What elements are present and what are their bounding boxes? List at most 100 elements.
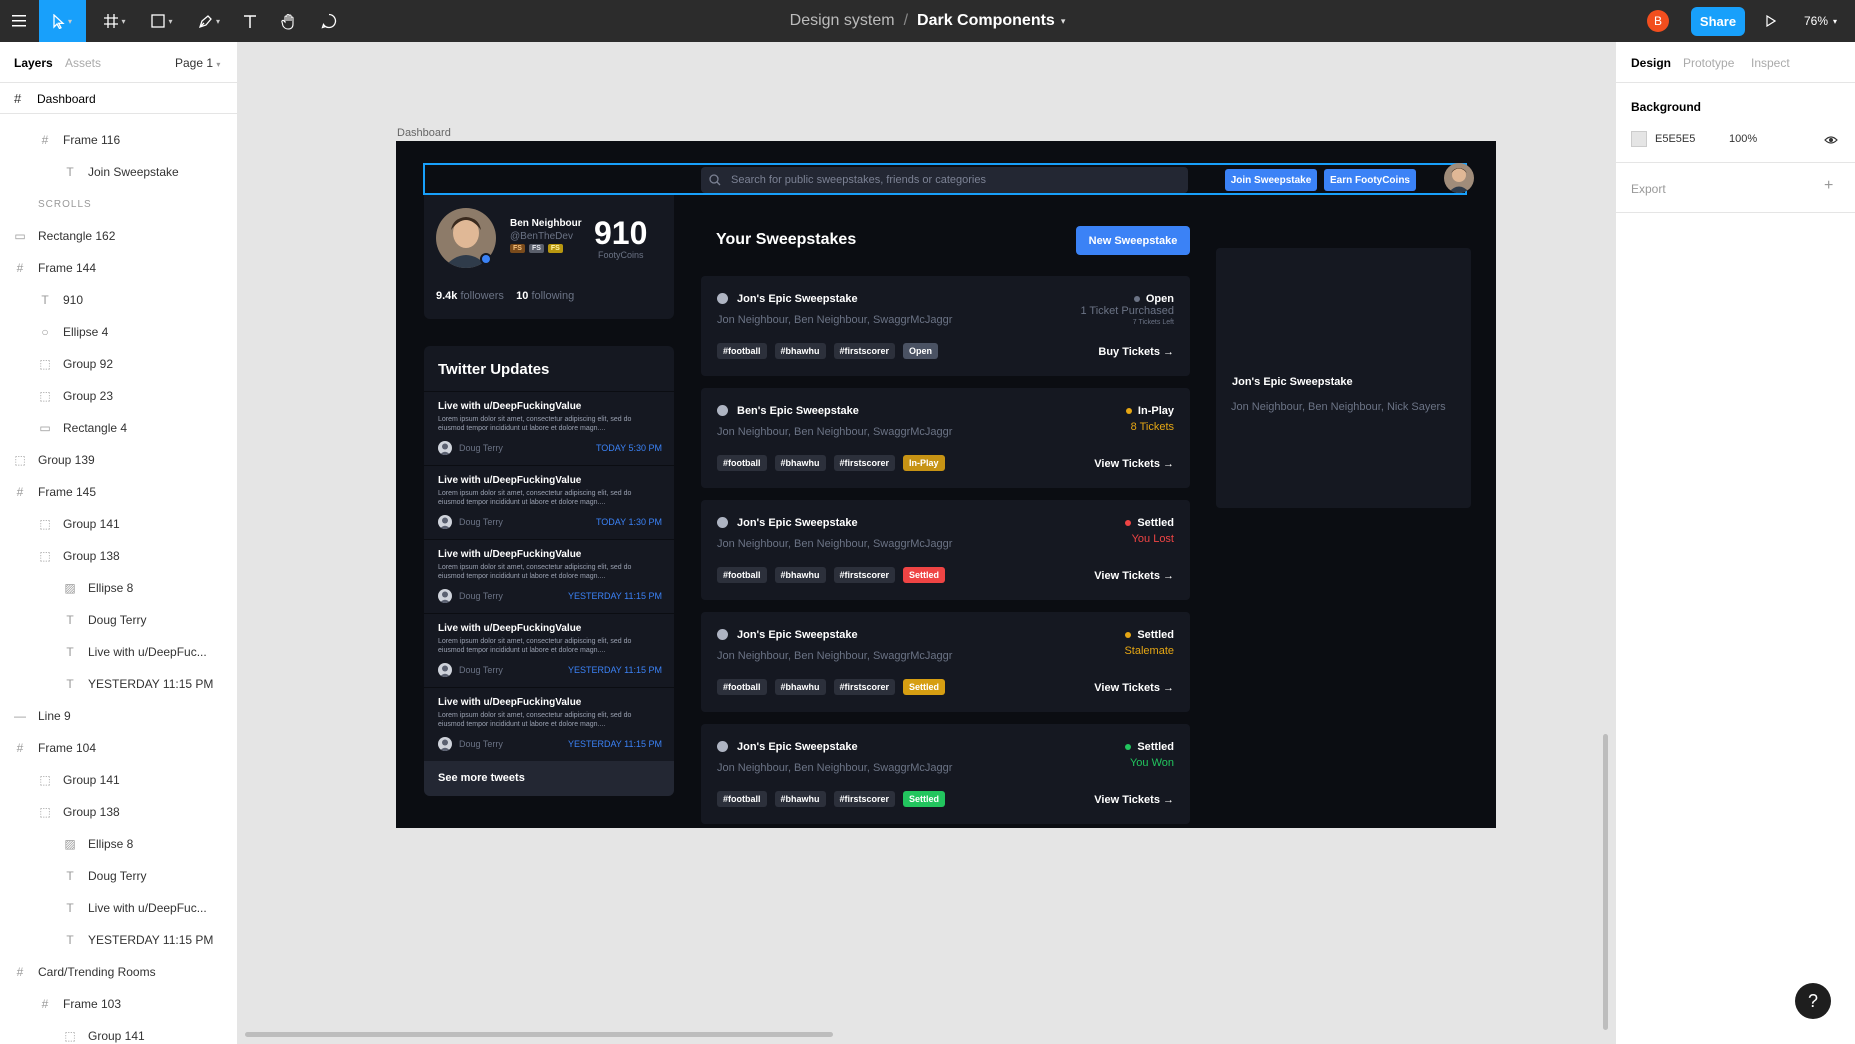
search-input[interactable]: Search for public sweepstakes, friends o… — [701, 167, 1188, 193]
layer-item[interactable]: ▨ Ellipse 8 — [62, 828, 133, 860]
sweepstake-card[interactable]: Jon's Epic Sweepstake Jon Neighbour, Ben … — [701, 724, 1190, 824]
layer-item[interactable]: # Frame 144 — [12, 252, 96, 284]
hashtag[interactable]: #bhawhu — [774, 679, 826, 695]
ticket-action-link[interactable]: View Tickets → — [1094, 458, 1174, 470]
tweet-item[interactable]: Live with u/DeepFuckingValue Lorem ipsum … — [424, 613, 674, 686]
layer-item[interactable]: # Frame 145 — [12, 476, 96, 508]
layer-item[interactable]: T YESTERDAY 11:15 PM — [62, 924, 213, 956]
pen-tool-button[interactable]: ▾ — [191, 0, 227, 42]
ticket-action-link[interactable]: View Tickets → — [1094, 682, 1174, 694]
hashtag[interactable]: #football — [717, 679, 767, 695]
layer-item[interactable]: T Live with u/DeepFuc... — [62, 636, 206, 668]
layer-item[interactable]: ⬚ Group 92 — [37, 348, 113, 380]
tweet-item[interactable]: Live with u/DeepFuckingValue Lorem ipsum … — [424, 391, 674, 464]
avatar[interactable] — [1444, 163, 1474, 193]
followers-label[interactable]: followers — [460, 290, 503, 302]
eye-icon[interactable] — [1824, 132, 1838, 150]
tab-design[interactable]: Design — [1631, 56, 1671, 70]
new-sweepstake-button[interactable]: New Sweepstake — [1076, 226, 1190, 255]
chevron-down-icon[interactable]: ▾ — [1061, 16, 1066, 27]
background-opacity-input[interactable]: 100% — [1729, 133, 1757, 145]
sweepstake-card[interactable]: Jon's Epic Sweepstake Jon Neighbour, Ben … — [701, 276, 1190, 376]
sweepstake-detail-card[interactable]: Jon's Epic Sweepstake Jon Neighbour, Ben… — [1216, 248, 1471, 508]
layer-item[interactable]: ⬚ Group 138 — [37, 796, 119, 828]
hashtag[interactable]: #football — [717, 455, 767, 471]
main-menu-button[interactable] — [4, 0, 34, 42]
tab-layers[interactable]: Layers — [14, 56, 53, 70]
layer-item[interactable]: T 910 — [37, 284, 83, 316]
layer-item[interactable]: # Frame 116 — [37, 124, 120, 156]
layer-dashboard[interactable]: # Dashboard — [0, 82, 237, 114]
layer-item[interactable]: T Live with u/DeepFuc... — [62, 892, 206, 924]
file-name[interactable]: Dark Components — [917, 12, 1055, 30]
background-color-swatch[interactable] — [1631, 131, 1647, 147]
vertical-scrollbar[interactable] — [1603, 734, 1608, 1030]
background-hex-input[interactable]: E5E5E5 — [1655, 133, 1695, 145]
ticket-action-link[interactable]: View Tickets → — [1094, 794, 1174, 806]
zoom-dropdown[interactable]: 76% ▾ — [1804, 0, 1837, 42]
layer-item[interactable]: # Frame 103 — [37, 988, 121, 1020]
hashtag[interactable]: #bhawhu — [774, 343, 826, 359]
layer-item[interactable]: # Frame 104 — [12, 732, 96, 764]
hashtag[interactable]: #bhawhu — [774, 567, 826, 583]
hashtag[interactable]: #football — [717, 791, 767, 807]
hashtag[interactable]: #football — [717, 343, 767, 359]
see-more-tweets-button[interactable]: See more tweets — [424, 761, 674, 796]
layer-item[interactable]: T YESTERDAY 11:15 PM — [62, 668, 213, 700]
layer-item[interactable]: ▭ Rectangle 4 — [37, 412, 127, 444]
tab-inspect[interactable]: Inspect — [1751, 56, 1790, 70]
layer-item[interactable]: # Card/Trending Rooms — [12, 956, 156, 988]
page-selector[interactable]: Page 1 ▾ — [175, 56, 220, 70]
shape-tool-button[interactable]: ▾ — [144, 0, 180, 42]
move-tool-button[interactable]: ▾ — [39, 0, 86, 42]
user-avatar[interactable]: B — [1647, 10, 1669, 32]
tweet-item[interactable]: Live with u/DeepFuckingValue Lorem ipsum … — [424, 539, 674, 612]
share-button[interactable]: Share — [1691, 7, 1745, 36]
hashtag[interactable]: #firstscorer — [833, 567, 896, 583]
layer-item[interactable]: T Doug Terry — [62, 604, 146, 636]
layer-item[interactable]: ○ Ellipse 4 — [37, 316, 108, 348]
layer-item[interactable]: ▨ Ellipse 8 — [62, 572, 133, 604]
layer-item[interactable]: ⬚ Group 141 — [37, 508, 119, 540]
layer-item[interactable]: T Doug Terry — [62, 860, 146, 892]
layer-item[interactable]: ⬚ Group 139 — [12, 444, 94, 476]
layer-item[interactable]: ⬚ Group 138 — [37, 540, 119, 572]
layer-section-header[interactable]: SCROLLS — [38, 188, 92, 220]
join-sweepstake-button[interactable]: Join Sweepstake — [1225, 169, 1317, 191]
horizontal-scrollbar[interactable] — [245, 1032, 833, 1037]
tab-assets[interactable]: Assets — [65, 56, 101, 70]
hashtag[interactable]: #firstscorer — [833, 791, 896, 807]
ticket-action-link[interactable]: View Tickets → — [1094, 570, 1174, 582]
tweet-item[interactable]: Live with u/DeepFuckingValue Lorem ipsum … — [424, 687, 674, 760]
hashtag[interactable]: #firstscorer — [833, 343, 896, 359]
earn-footycoins-button[interactable]: Earn FootyCoins — [1324, 169, 1416, 191]
sweepstake-card[interactable]: Ben's Epic Sweepstake Jon Neighbour, Ben … — [701, 388, 1190, 488]
hashtag[interactable]: #bhawhu — [774, 455, 826, 471]
sweepstake-card[interactable]: Jon's Epic Sweepstake Jon Neighbour, Ben … — [701, 500, 1190, 600]
following-label[interactable]: following — [531, 290, 574, 302]
help-button[interactable]: ? — [1795, 983, 1831, 1019]
layer-item[interactable]: T Join Sweepstake — [62, 156, 178, 188]
frame-tool-button[interactable]: ▾ — [97, 0, 133, 42]
hashtag[interactable]: #bhawhu — [774, 791, 826, 807]
layer-item[interactable]: ⬚ Group 23 — [37, 380, 113, 412]
plus-icon[interactable]: + — [1824, 177, 1833, 195]
comment-tool-button[interactable] — [317, 0, 341, 42]
present-button[interactable] — [1760, 0, 1782, 42]
top-bar-selection[interactable]: Search for public sweepstakes, friends o… — [423, 163, 1474, 195]
layer-item[interactable]: — Line 9 — [12, 700, 71, 732]
dashboard-frame[interactable]: Search for public sweepstakes, friends o… — [396, 141, 1496, 828]
layer-item[interactable]: ▭ Rectangle 162 — [12, 220, 115, 252]
hashtag[interactable]: #firstscorer — [833, 455, 896, 471]
frame-label[interactable]: Dashboard — [397, 127, 451, 139]
sweepstake-card[interactable]: Jon's Epic Sweepstake Jon Neighbour, Ben … — [701, 612, 1190, 712]
layer-item[interactable]: ⬚ Group 141 — [62, 1020, 144, 1044]
layer-item[interactable]: ⬚ Group 141 — [37, 764, 119, 796]
hashtag[interactable]: #firstscorer — [833, 679, 896, 695]
hand-tool-button[interactable] — [277, 0, 301, 42]
breadcrumb-project[interactable]: Design system — [790, 12, 895, 30]
hashtag[interactable]: #football — [717, 567, 767, 583]
text-tool-button[interactable] — [238, 0, 262, 42]
tab-prototype[interactable]: Prototype — [1683, 56, 1734, 70]
tweet-item[interactable]: Live with u/DeepFuckingValue Lorem ipsum … — [424, 465, 674, 538]
